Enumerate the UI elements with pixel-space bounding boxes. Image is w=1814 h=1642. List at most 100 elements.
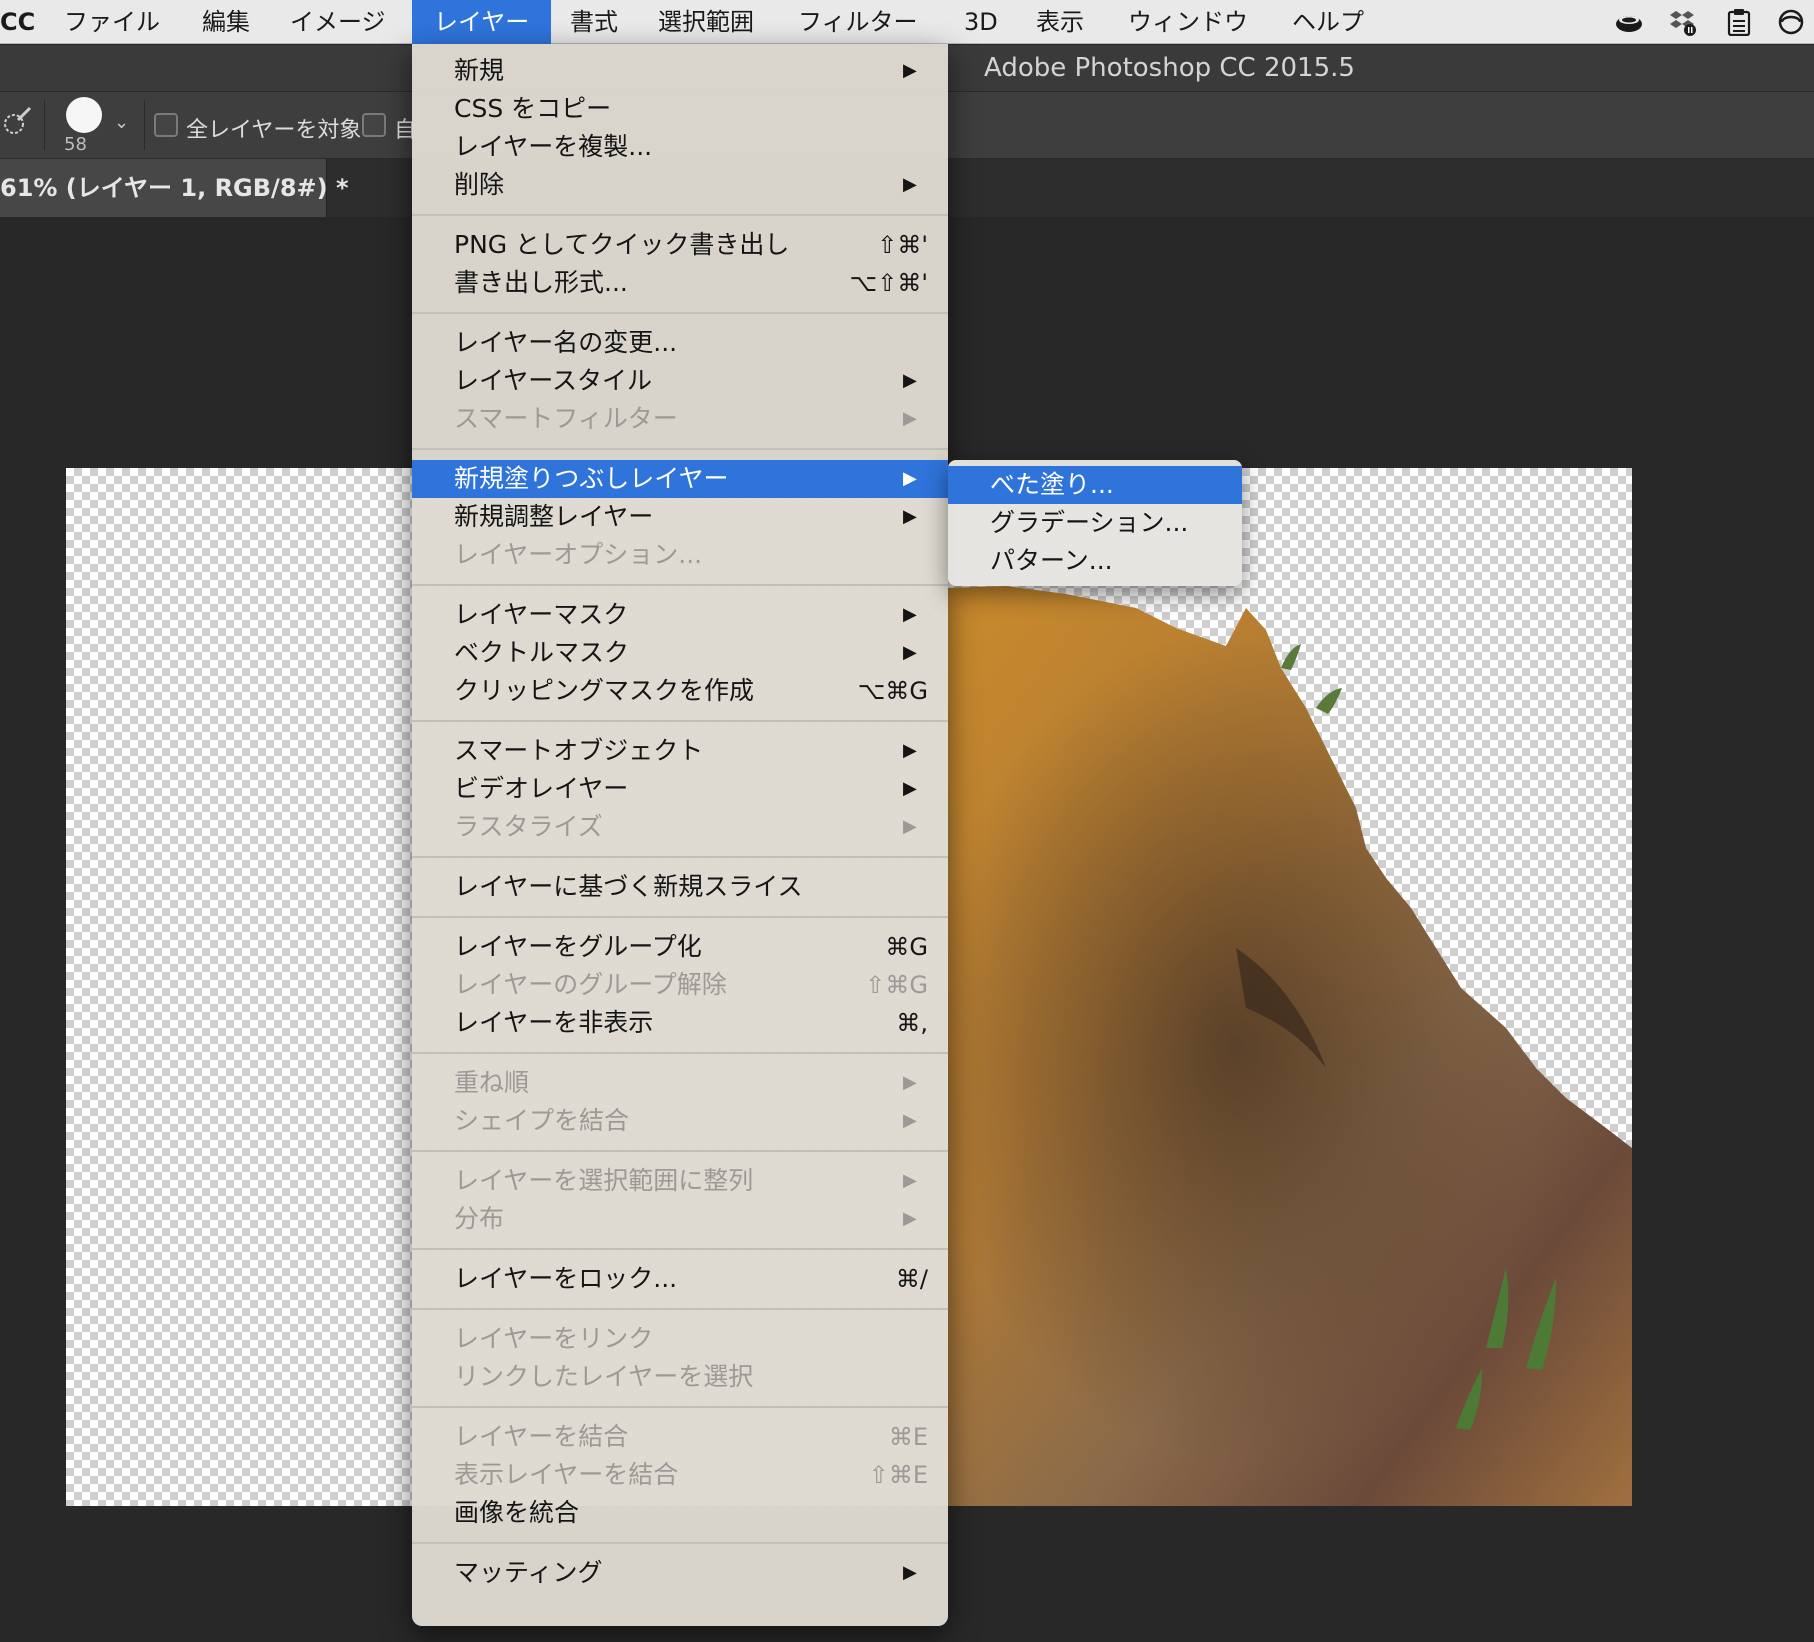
document-tab[interactable]: 61% (レイヤー 1, RGB/8#) * — [0, 159, 349, 217]
menu-separator — [412, 1406, 948, 1408]
layer-menu-item: ラスタライズ ▶ — [412, 808, 948, 846]
menu-item-label: レイヤーをリンク — [454, 1324, 654, 1353]
menu-item-label: レイヤーマスク — [454, 600, 629, 629]
menu-file[interactable]: ファイル — [64, 0, 160, 44]
menu-separator — [412, 1052, 948, 1054]
layer-menu-item[interactable]: マッティング ▶ — [412, 1554, 948, 1592]
layer-menu-item[interactable]: ベクトルマスク ▶ — [412, 634, 948, 672]
layer-menu-item[interactable]: 新規塗りつぶしレイヤー ▶ — [412, 460, 948, 498]
clipboard-icon[interactable] — [1724, 8, 1754, 36]
submenu-arrow-icon: ▶ — [903, 1170, 917, 1191]
submenu-arrow-icon: ▶ — [903, 740, 917, 761]
coffee-icon[interactable] — [1614, 8, 1644, 36]
layer-menu-item[interactable]: 新規調整レイヤー ▶ — [412, 498, 948, 536]
layer-menu-item[interactable]: レイヤースタイル ▶ — [412, 362, 948, 400]
menu-item-label: CSS をコピー — [454, 94, 612, 123]
layer-menu-item[interactable]: レイヤーに基づく新規スライス — [412, 868, 948, 906]
menu-view[interactable]: 表示 — [1036, 0, 1084, 44]
menu-separator — [412, 1248, 948, 1250]
menu-separator — [412, 916, 948, 918]
submenu-arrow-icon: ▶ — [903, 1110, 917, 1131]
sync-icon[interactable] — [1776, 8, 1806, 36]
layer-menu-dropdown: 新規 ▶ CSS をコピー レイヤーを複製... 削除 ▶ PNG としてクイック書き出し ⇧… — [412, 44, 948, 1626]
menu-filter[interactable]: フィルター — [798, 0, 918, 44]
menu-separator — [412, 584, 948, 586]
menu-separator — [412, 214, 948, 216]
menu-item-shortcut: ⌘/ — [895, 1265, 928, 1293]
menu-item-shortcut: ⌘, — [896, 1009, 928, 1037]
fill-submenu-item[interactable]: グラデーション... — [948, 504, 1242, 542]
menu-item-label: 新規調整レイヤー — [454, 502, 654, 531]
submenu-arrow-icon: ▶ — [903, 468, 917, 489]
menu-separator — [412, 1308, 948, 1310]
layer-menu-item[interactable]: レイヤーをロック... ⌘/ — [412, 1260, 948, 1298]
menu-window[interactable]: ウィンドウ — [1128, 0, 1248, 44]
layer-menu-item[interactable]: レイヤーをグループ化 ⌘G — [412, 928, 948, 966]
menu-edit[interactable]: 編集 — [202, 0, 250, 44]
fill-submenu-item[interactable]: パターン... — [948, 542, 1242, 580]
submenu-arrow-icon: ▶ — [903, 1208, 917, 1229]
menu-item-label: 削除 — [454, 170, 505, 199]
brush-preview[interactable] — [66, 97, 102, 133]
layer-menu-item: 表示レイヤーを結合 ⇧⌘E — [412, 1456, 948, 1494]
layer-menu-item[interactable]: レイヤーを複製... — [412, 128, 948, 166]
layer-menu-item[interactable]: 画像を統合 — [412, 1494, 948, 1532]
menu-separator — [412, 1150, 948, 1152]
auto-enhance-checkbox[interactable] — [362, 113, 386, 137]
quick-selection-tool-icon[interactable] — [0, 102, 34, 146]
layer-menu-item: スマートフィルター ▶ — [412, 400, 948, 438]
menu-item-label: レイヤーオプション... — [454, 540, 703, 569]
submenu-arrow-icon: ▶ — [903, 370, 917, 391]
menu-image[interactable]: イメージ — [290, 0, 386, 44]
layer-menu-item: 重ね順 ▶ — [412, 1064, 948, 1102]
menu-item-label: スマートフィルター — [454, 404, 678, 433]
layer-menu-item[interactable]: 新規 ▶ — [412, 52, 948, 90]
menu-layer[interactable]: レイヤー — [412, 0, 552, 44]
window-title: Adobe Photoshop CC 2015.5 — [984, 53, 1355, 83]
chevron-down-icon[interactable]: ⌄ — [114, 112, 129, 133]
menu-item-label: レイヤースタイル — [454, 366, 653, 395]
sample-all-layers-checkbox[interactable] — [154, 113, 178, 137]
menu-item-label: 新規 — [454, 56, 505, 85]
new-fill-layer-submenu: べた塗り... グラデーション... パターン... — [948, 460, 1242, 586]
dropbox-icon[interactable] — [1668, 8, 1698, 36]
menu-type[interactable]: 書式 — [570, 0, 618, 44]
menu-help[interactable]: ヘルプ — [1292, 0, 1364, 44]
menu-item-label: レイヤーをグループ化 — [454, 932, 702, 961]
layer-menu-item[interactable]: PNG としてクイック書き出し ⇧⌘' — [412, 226, 948, 264]
layer-menu-item[interactable]: 削除 ▶ — [412, 166, 948, 204]
fill-submenu-item[interactable]: べた塗り... — [948, 466, 1242, 504]
menu-separator — [412, 312, 948, 314]
submenu-arrow-icon: ▶ — [903, 642, 917, 663]
layer-menu-item[interactable]: スマートオブジェクト ▶ — [412, 732, 948, 770]
sample-all-layers-label: 全レイヤーを対象 — [186, 118, 362, 143]
menu-3d[interactable]: 3D — [964, 0, 998, 44]
menu-item-label: レイヤーを選択範囲に整列 — [454, 1166, 754, 1195]
layer-menu-item[interactable]: クリッピングマスクを作成 ⌥⌘G — [412, 672, 948, 710]
layer-menu-item: レイヤーオプション... — [412, 536, 948, 574]
menu-item-label: べた塗り... — [990, 470, 1114, 499]
menu-separator — [412, 1542, 948, 1544]
menu-item-shortcut: ⌘E — [888, 1423, 928, 1451]
layer-menu-item[interactable]: ビデオレイヤー ▶ — [412, 770, 948, 808]
menu-app-name[interactable]: CC — [0, 0, 35, 44]
layer-menu-item: シェイプを結合 ▶ — [412, 1102, 948, 1140]
menu-item-shortcut: ⌥⇧⌘' — [849, 269, 928, 297]
menu-item-label: グラデーション... — [990, 508, 1189, 537]
layer-menu-item[interactable]: CSS をコピー — [412, 90, 948, 128]
layer-menu-item[interactable]: 書き出し形式... ⌥⇧⌘' — [412, 264, 948, 302]
menu-item-shortcut: ⇧⌘G — [865, 971, 928, 999]
menu-select[interactable]: 選択範囲 — [658, 0, 754, 44]
layer-menu-item[interactable]: レイヤーマスク ▶ — [412, 596, 948, 634]
menu-item-shortcut: ⌥⌘G — [857, 677, 928, 705]
menu-item-label: レイヤーをロック... — [454, 1264, 678, 1293]
menu-item-label: レイヤーを非表示 — [454, 1008, 654, 1037]
menu-item-label: PNG としてクイック書き出し — [454, 230, 790, 259]
submenu-arrow-icon: ▶ — [903, 60, 917, 81]
layer-menu-item: レイヤーを選択範囲に整列 ▶ — [412, 1162, 948, 1200]
layer-menu-item[interactable]: レイヤーを非表示 ⌘, — [412, 1004, 948, 1042]
layer-menu-item[interactable]: レイヤー名の変更... — [412, 324, 948, 362]
menu-item-shortcut: ⇧⌘E — [868, 1461, 928, 1489]
menu-separator — [412, 720, 948, 722]
menu-item-label: 分布 — [454, 1204, 505, 1233]
